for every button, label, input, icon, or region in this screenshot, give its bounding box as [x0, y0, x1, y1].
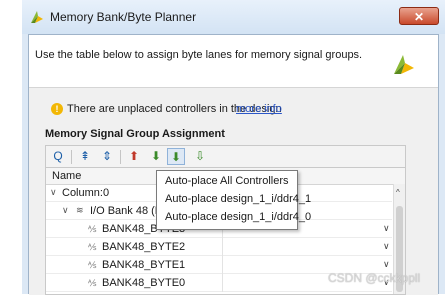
tree-row-label: BANK48_BYTE2	[102, 241, 186, 253]
vivado-brand-logo-icon	[394, 55, 414, 74]
byte-lane-icon: ⅍	[88, 278, 97, 288]
unplace-icon[interactable]: ⇩	[191, 148, 209, 165]
watermark-text: CSDN @cckkppll	[328, 271, 421, 285]
window-title: Memory Bank/Byte Planner	[50, 10, 197, 24]
expand-arrow-icon[interactable]: ∨	[50, 187, 57, 198]
header-panel: Use the table below to assign byte lanes…	[29, 35, 438, 88]
expand-all-icon[interactable]: ⇕	[98, 148, 116, 165]
cell-divider	[222, 256, 223, 274]
tree-row-label: Column:0	[62, 187, 110, 199]
dialog-client-area: Use the table below to assign byte lanes…	[28, 34, 439, 295]
io-bank-icon: ≋	[76, 205, 84, 215]
tree-row-label: BANK48_BYTE1	[102, 259, 186, 271]
cell-divider	[222, 274, 223, 292]
collapse-all-icon[interactable]: ⇞	[76, 148, 94, 165]
scroll-up-icon[interactable]: ^	[396, 188, 400, 197]
cell-divider	[222, 238, 223, 256]
tree-row-byte[interactable]: ⅍ BANK48_BYTE2 ∨	[46, 238, 392, 256]
chevron-down-icon[interactable]: ∨	[383, 259, 390, 270]
menu-item-auto-place-ddr4-1[interactable]: Auto-place design_1_i/ddr4_1	[165, 193, 311, 205]
more-info-link[interactable]: more info	[236, 103, 282, 115]
chevron-down-icon[interactable]: ∨	[383, 241, 390, 252]
dialog-window: Memory Bank/Byte Planner ✕ Use the table…	[22, 0, 445, 295]
chevron-down-icon[interactable]: ∨	[383, 223, 390, 234]
title-bar[interactable]: Memory Bank/Byte Planner ✕	[22, 0, 445, 34]
byte-lane-icon: ⅍	[88, 260, 97, 270]
menu-item-auto-place-ddr4-0[interactable]: Auto-place design_1_i/ddr4_0	[165, 211, 311, 223]
header-description: Use the table below to assign byte lanes…	[35, 49, 363, 61]
byte-lane-icon: ⅍	[88, 242, 97, 252]
menu-item-auto-place-all[interactable]: Auto-place All Controllers	[165, 175, 289, 187]
byte-lane-icon: ⅍	[88, 224, 97, 234]
warning-icon: !	[51, 103, 63, 115]
toolbar-separator	[71, 150, 72, 164]
auto-place-popup-menu: Auto-place All Controllers Auto-place de…	[156, 170, 311, 230]
section-title: Memory Signal Group Assignment	[45, 128, 225, 140]
auto-place-dropdown-button[interactable]: ⬇	[167, 148, 185, 165]
auto-place-byte-icon[interactable]: ⬆	[125, 148, 143, 165]
close-button[interactable]: ✕	[399, 7, 439, 25]
table-toolbar: Q ⇞ ⇕ ⬆ ⬇ ⬇ ⇩	[45, 145, 406, 168]
search-icon[interactable]: Q	[49, 148, 67, 165]
auto-place-controllers-icon[interactable]: ⬇	[147, 148, 165, 165]
expand-arrow-icon[interactable]: ∨	[62, 205, 69, 216]
tree-row-label: BANK48_BYTE0	[102, 277, 186, 289]
toolbar-separator	[120, 150, 121, 164]
vivado-logo-icon	[31, 11, 43, 23]
column-header-label: Name	[52, 170, 82, 182]
close-icon: ✕	[413, 10, 425, 24]
